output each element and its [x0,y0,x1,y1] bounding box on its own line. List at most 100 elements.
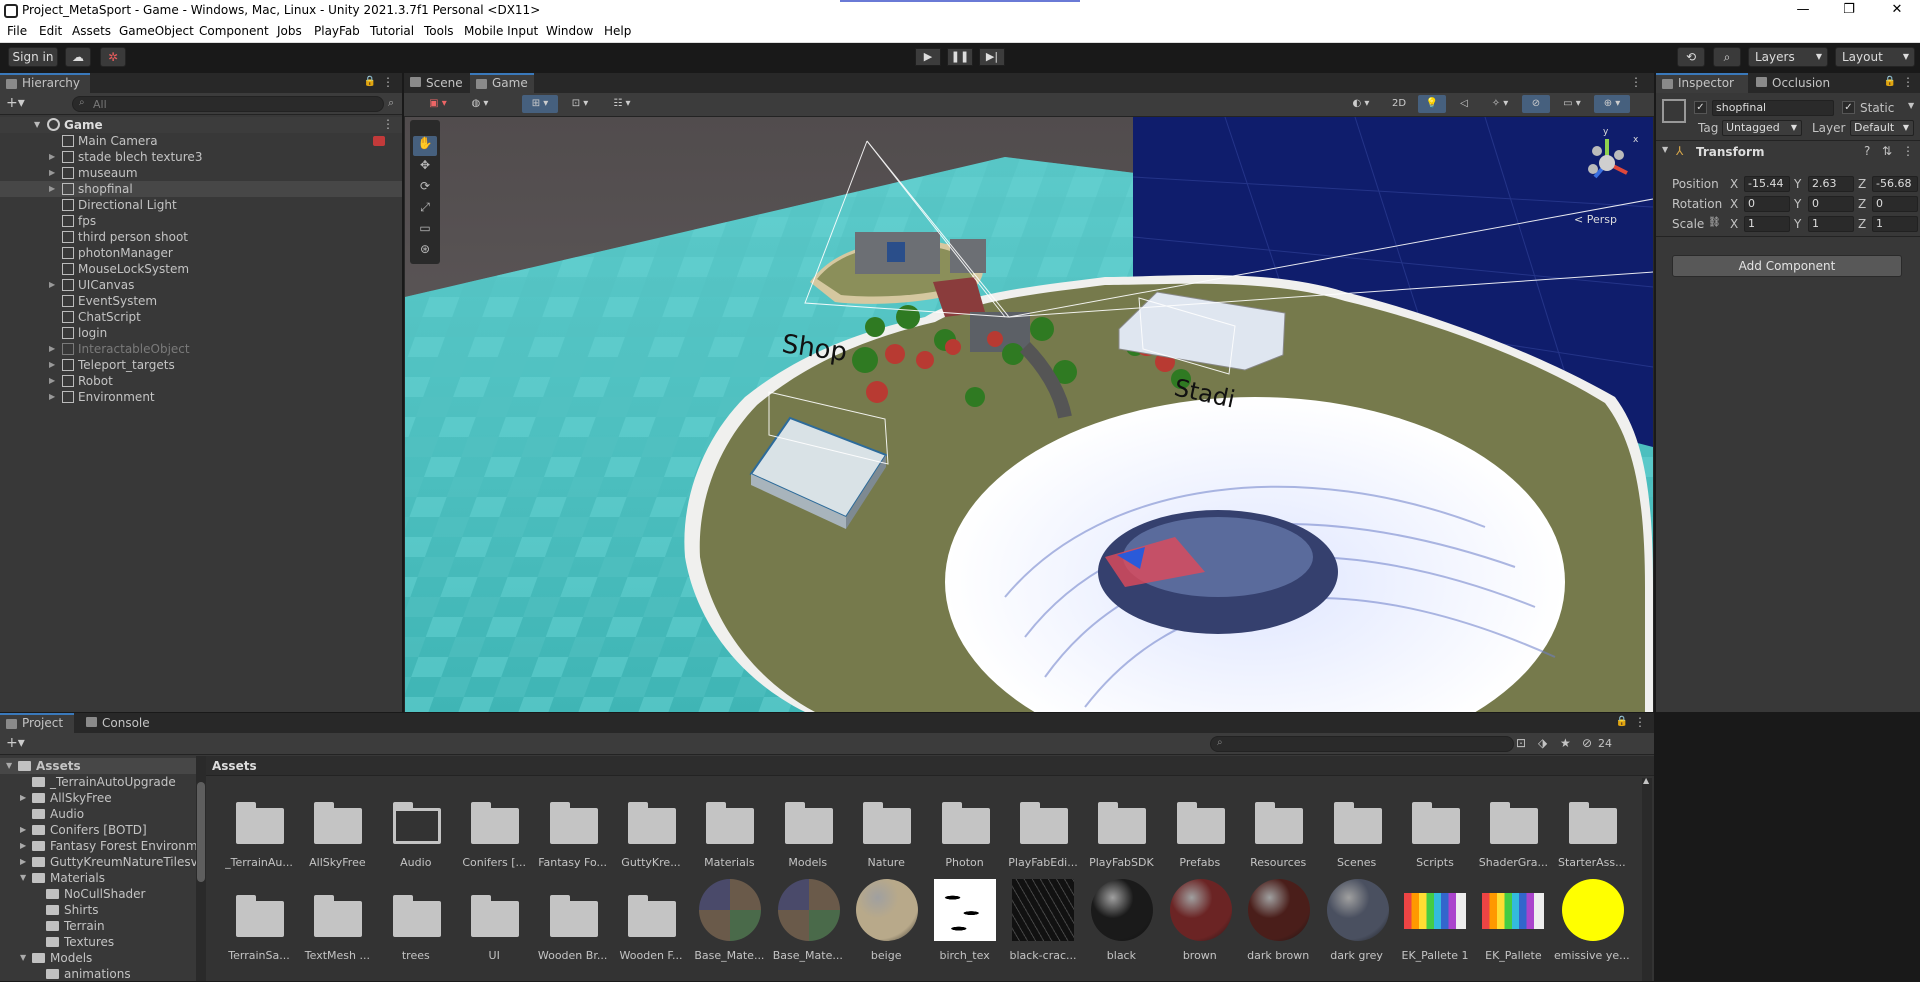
asset-item[interactable]: PlayFabEdi... [1004,782,1082,872]
audio-toggle-icon[interactable]: ◁ [1450,95,1478,113]
folder-tree-item[interactable]: _TerrainAutoUpgrade [0,774,196,790]
scene-viewport[interactable]: Shop Stadi ✋ ✥ ⟳ ⤢ ▭ ⊛ y x < Persp [405,117,1653,712]
tab-hierarchy[interactable]: Hierarchy [0,73,90,93]
folder-tree-item[interactable]: Textures [0,934,196,950]
expand-arrow-icon[interactable]: ▶ [49,181,59,197]
rect-tool-icon[interactable]: ▭ [413,221,437,241]
save-search-icon[interactable]: ★ [1560,736,1571,750]
scale-y-field[interactable]: 1 [1808,216,1854,232]
hierarchy-item[interactable]: ▶ Teleport_targets [0,357,402,373]
menu-component[interactable]: Component [199,24,269,38]
hierarchy-item[interactable]: ▶ Robot [0,373,402,389]
increment-snap-dropdown[interactable]: ⊡ ▾ [562,95,598,113]
gizmos-dropdown[interactable]: ⊕ ▾ [1594,95,1630,113]
asset-item[interactable]: Scenes [1318,782,1396,872]
asset-item[interactable]: Base_Mate... [690,875,768,965]
asset-item[interactable]: Nature [847,782,925,872]
layer-dropdown[interactable]: Default ▼ [1850,120,1914,136]
grid-snap-dropdown[interactable]: ⊞ ▾ [522,95,558,113]
asset-item[interactable]: TerrainSa... [220,875,298,965]
close-window-button[interactable]: ✕ [1874,0,1920,22]
tab-occlusion[interactable]: Occlusion [1750,73,1846,93]
camera-warning-icon[interactable] [373,136,385,146]
orientation-gizmo[interactable]: y x [1575,127,1641,209]
folder-tree-item[interactable]: ▼ Models [0,950,196,966]
folder-tree-item[interactable]: ▼ Assets [0,758,196,774]
sign-in-button[interactable]: Sign in [8,47,58,67]
lock-icon[interactable]: 🔒 [1616,716,1628,727]
rotation-z-field[interactable]: 0 [1872,196,1918,212]
position-z-field[interactable]: -56.68 [1872,176,1918,192]
asset-item[interactable]: Conifers [... [455,782,533,872]
layers-dropdown[interactable]: Layers ▼ [1748,47,1828,67]
asset-item[interactable]: Prefabs [1161,782,1239,872]
history-icon[interactable]: ⟲ [1677,47,1705,67]
asset-item[interactable]: birch_tex [926,875,1004,965]
menu-tools[interactable]: Tools [424,24,454,38]
position-y-field[interactable]: 2.63 [1808,176,1854,192]
tree-scrollbar-thumb[interactable] [197,782,205,882]
tab-game[interactable]: Game [470,73,534,93]
tab-console[interactable]: Console [80,713,160,733]
hierarchy-item[interactable]: login [0,325,402,341]
preset-icon[interactable]: ⇅ [1882,144,1892,158]
scene-menu-icon[interactable]: ⋮ [382,117,394,131]
step-button[interactable]: ▶| [979,48,1005,66]
folder-tree-item[interactable]: animations [0,966,196,982]
asset-item[interactable]: Fantasy Fo... [534,782,612,872]
effects-dropdown[interactable]: ✧ ▾ [1482,95,1518,113]
folder-tree-item[interactable]: ▶ AllSkyFree [0,790,196,806]
asset-item[interactable]: black [1082,875,1160,965]
help-icon[interactable]: ? [1864,144,1870,158]
menu-gameobject[interactable]: GameObject [119,24,194,38]
folder-tree-item[interactable]: NoCullShader [0,886,196,902]
asset-item[interactable]: Audio [377,782,455,872]
scale-x-field[interactable]: 1 [1744,216,1790,232]
toggle-2d-button[interactable]: 2D [1384,95,1414,113]
add-icon[interactable]: +▾ [6,95,25,111]
transform-tool-icon[interactable]: ⊛ [413,242,437,262]
transform-header[interactable]: ▼ ⅄ Transform ? ⇅ ⋮ [1656,142,1920,162]
asset-item[interactable]: Scripts [1396,782,1474,872]
panel-menu-icon[interactable]: ⋮ [1630,75,1642,89]
rotate-tool-icon[interactable]: ⟳ [413,179,437,199]
rotation-y-field[interactable]: 0 [1808,196,1854,212]
hierarchy-item[interactable]: ▶ InteractableObject [0,341,402,357]
folder-tree-item[interactable]: ▶ GuttyKreumNatureTilesvo [0,854,205,870]
pivot-dropdown[interactable]: ◍ ▾ [462,95,498,113]
menu-tutorial[interactable]: Tutorial [370,24,414,38]
expand-arrow-icon[interactable]: ▶ [49,277,59,293]
draw-mode-dropdown[interactable]: ▣ ▾ [420,95,456,113]
tag-dropdown[interactable]: Untagged ▼ [1722,120,1802,136]
scene-root-row[interactable]: ▼ Game ⋮ [0,117,402,133]
add-icon[interactable]: +▾ [6,735,25,751]
asset-item[interactable]: ShaderGra... [1474,782,1552,872]
menu-file[interactable]: File [7,24,27,38]
asset-item[interactable]: PlayFabSDK [1082,782,1160,872]
asset-item[interactable]: _TerrainAu... [220,782,298,872]
asset-item[interactable]: EK_Pallete 1 [1396,875,1474,965]
scale-z-field[interactable]: 1 [1872,216,1918,232]
asset-item[interactable]: trees [377,875,455,965]
folder-tree-item[interactable]: ▼ Materials [0,870,196,886]
menu-jobs[interactable]: Jobs [277,24,302,38]
tab-project[interactable]: Project [0,713,74,733]
collab-icon[interactable]: ✲ [100,47,126,67]
hierarchy-item[interactable]: ▶ stade blech texture3 [0,149,402,165]
camera-dropdown[interactable]: ▭ ▾ [1554,95,1590,113]
asset-scrollbar[interactable]: ▲ [1642,776,1652,981]
menu-window[interactable]: Window [546,24,593,38]
menu-help[interactable]: Help [604,24,631,38]
asset-item[interactable]: Wooden F... [612,875,690,965]
search-icon[interactable]: ⌕ [1713,47,1741,67]
asset-item[interactable]: beige [847,875,925,965]
search-by-type-icon[interactable]: ⊡ [1516,736,1526,750]
asset-item[interactable]: Materials [690,782,768,872]
folder-tree-item[interactable]: ▶ Fantasy Forest Environme [0,838,205,854]
hierarchy-item[interactable]: EventSystem [0,293,402,309]
expand-arrow-icon[interactable]: ▶ [49,165,59,181]
asset-item[interactable]: StarterAss... [1553,782,1631,872]
hidden-packages-icon[interactable]: ⊘ [1582,736,1592,750]
rotation-x-field[interactable]: 0 [1744,196,1790,212]
panel-menu-icon[interactable]: ⋮ [1634,715,1646,729]
